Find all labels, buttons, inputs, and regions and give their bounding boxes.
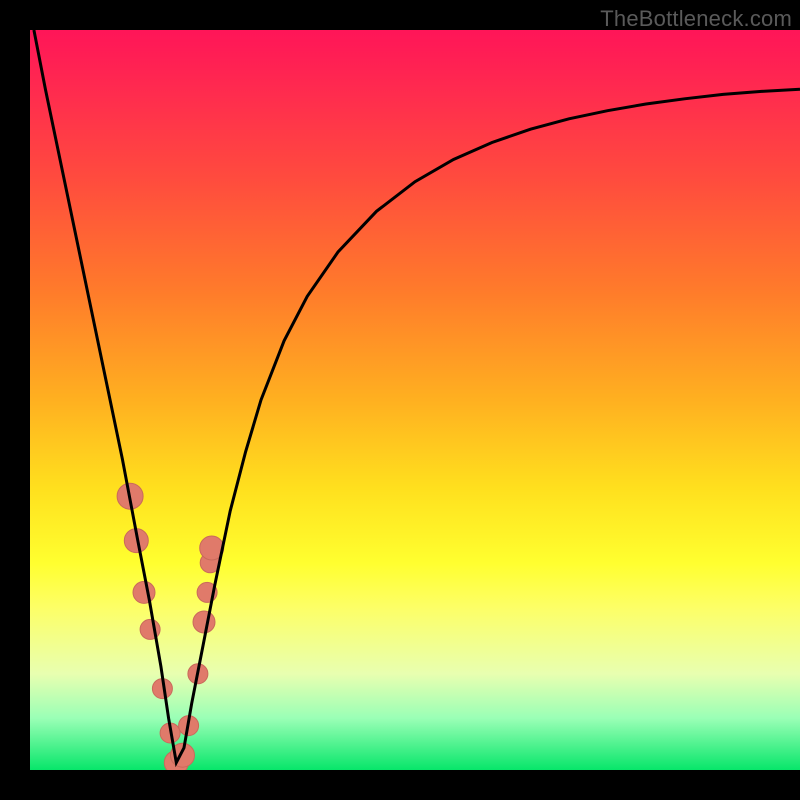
chart-frame: TheBottleneck.com xyxy=(0,0,800,800)
marker-dot xyxy=(193,611,215,633)
bottleneck-curve xyxy=(34,30,800,763)
watermark-text: TheBottleneck.com xyxy=(600,6,792,32)
marker-dot xyxy=(133,581,155,603)
plot-area xyxy=(30,30,800,770)
chart-svg xyxy=(30,30,800,770)
